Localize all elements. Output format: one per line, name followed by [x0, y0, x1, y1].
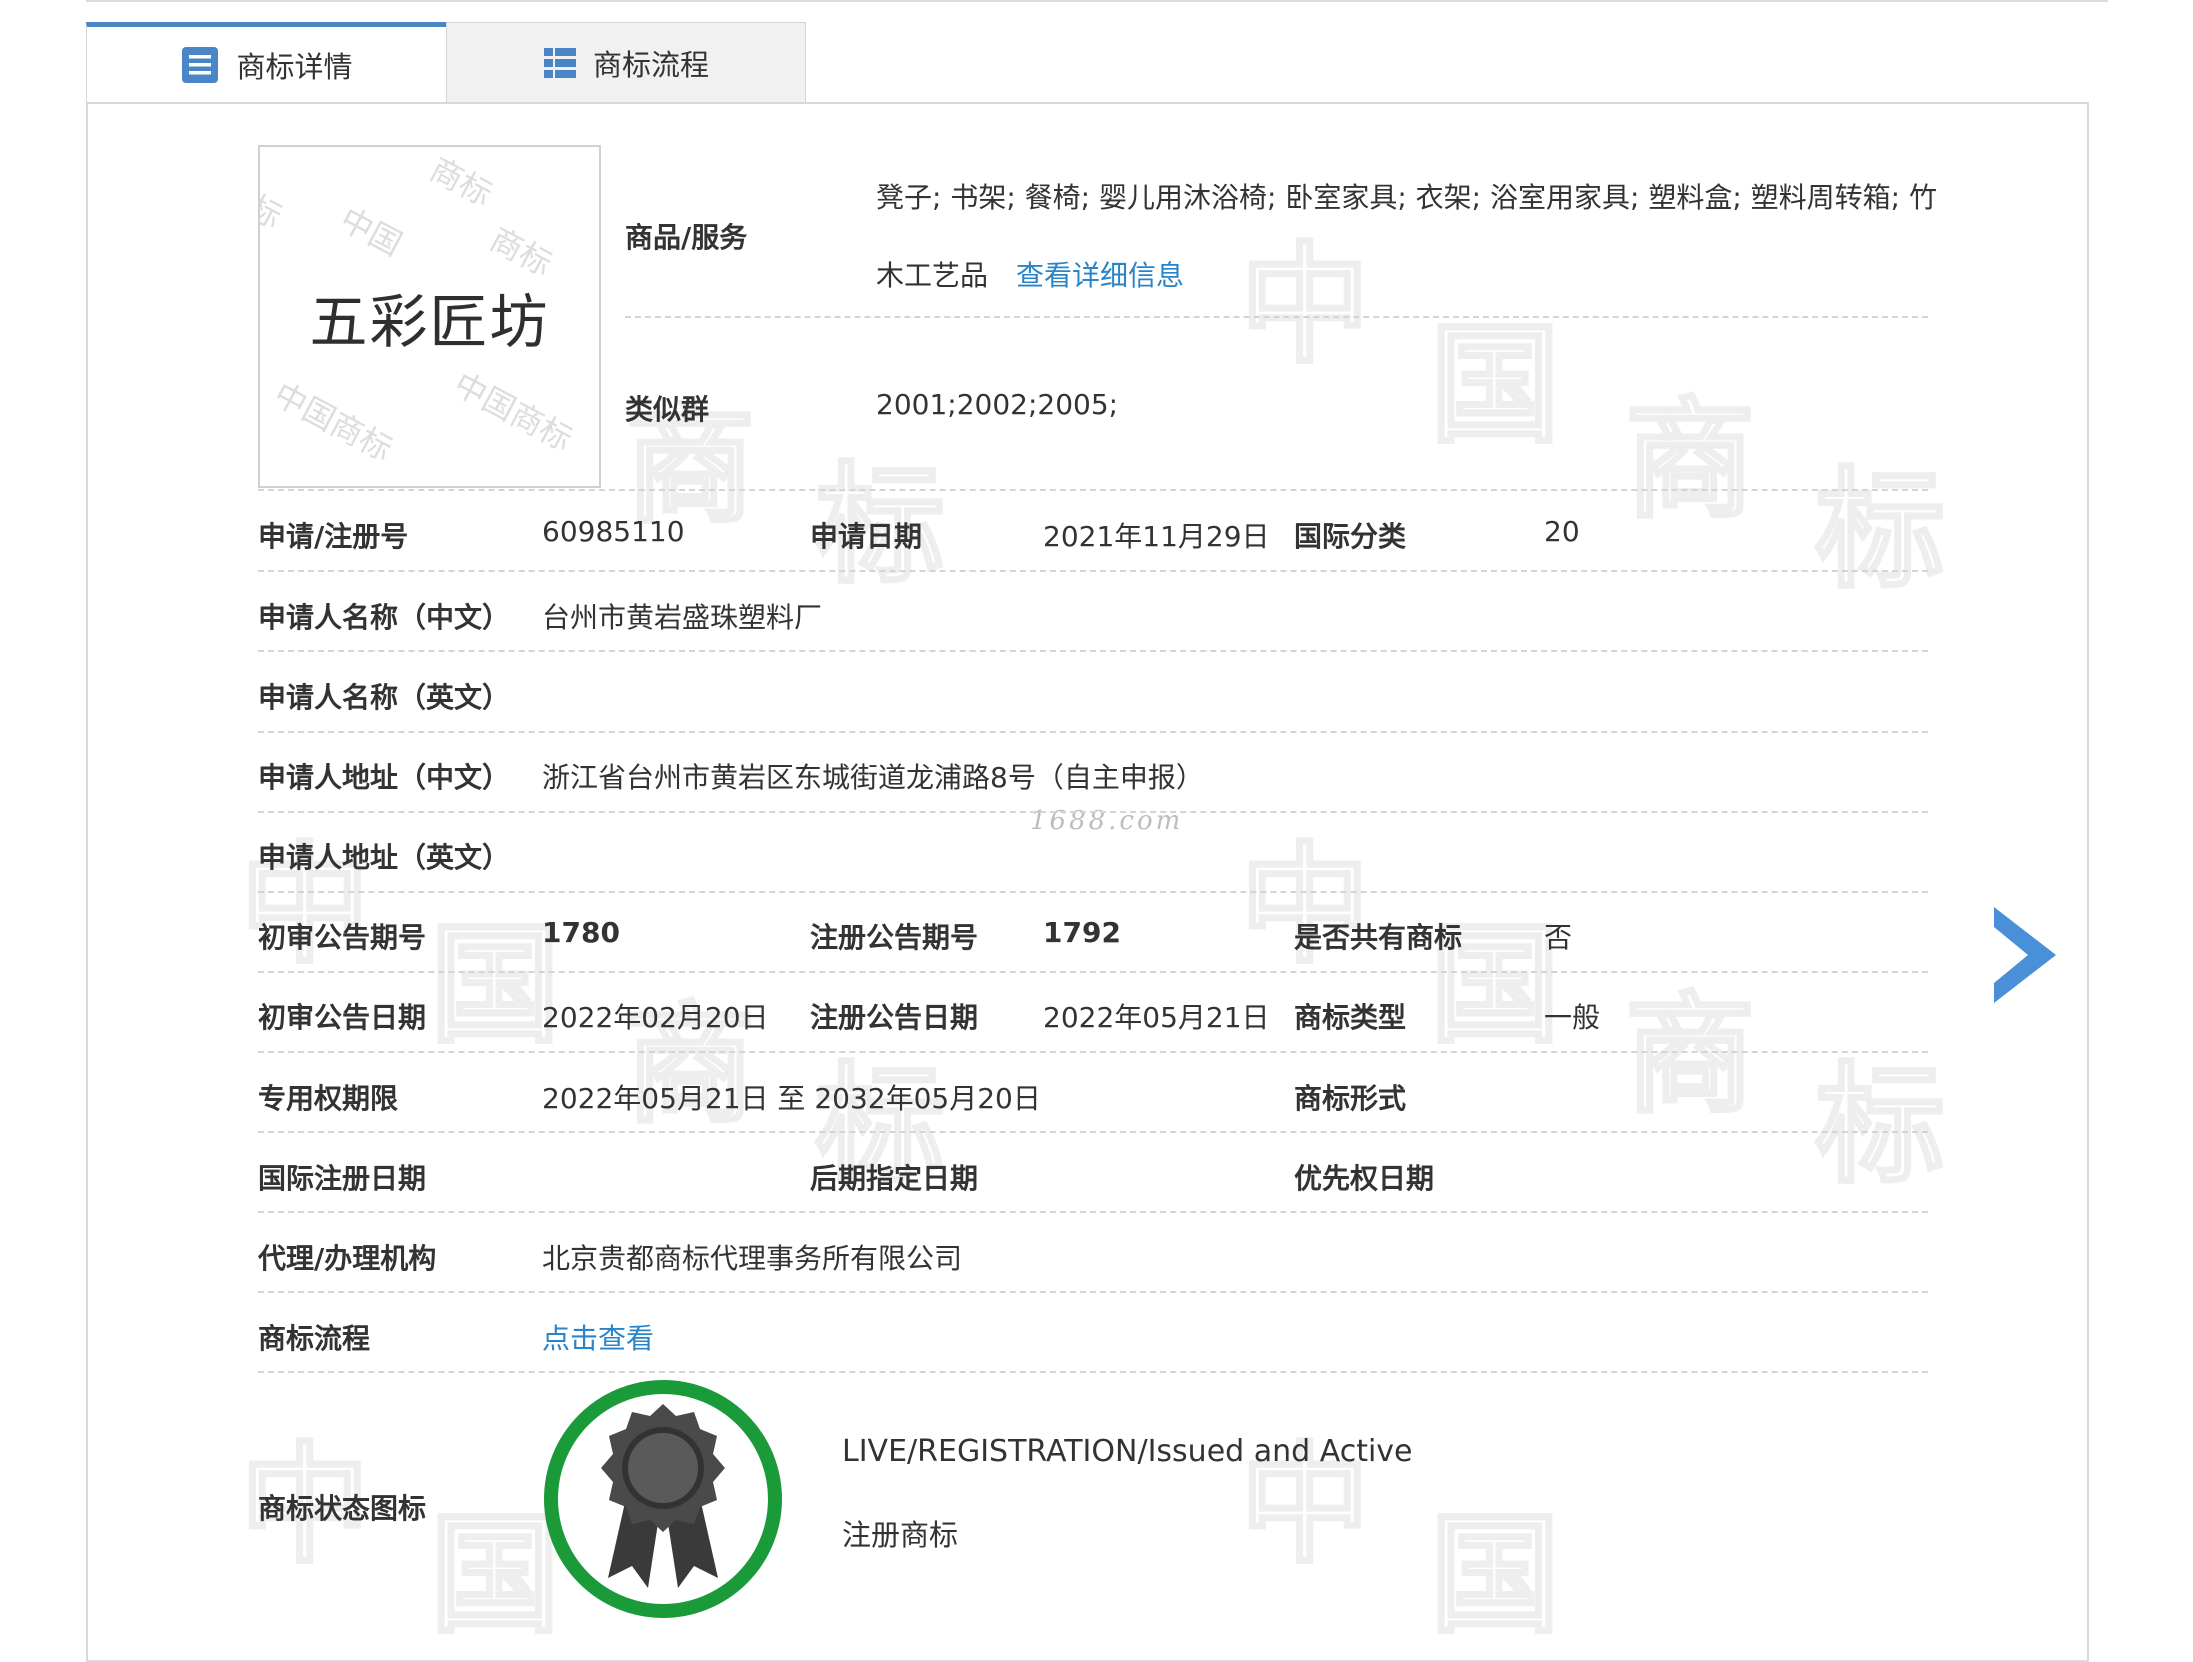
- similar-group-label: 类似群: [625, 393, 710, 426]
- shared-tm-label: 是否共有商标: [1294, 921, 1463, 954]
- applicant-cn-value: 台州市黄岩盛珠塑料厂: [542, 601, 823, 634]
- row-divider: [258, 1131, 1928, 1133]
- row-divider: [258, 811, 1928, 813]
- document-list-icon: [180, 45, 220, 85]
- app-date-label: 申请日期: [810, 520, 923, 553]
- reg-issue-value: 1792: [1043, 916, 1121, 949]
- prelim-date-value: 2022年02月20日: [542, 1001, 769, 1034]
- shared-tm-value: 否: [1544, 921, 1573, 954]
- exclusive-period-value: 2022年05月21日 至 2032年05月20日: [542, 1082, 1041, 1115]
- tab-label: 商标详情: [236, 49, 353, 84]
- row-divider: [258, 570, 1928, 572]
- row-divider: [258, 971, 1928, 973]
- process-label: 商标流程: [258, 1322, 371, 1355]
- tab-trademark-detail[interactable]: 商标详情: [86, 22, 446, 102]
- row-divider: [625, 316, 1928, 318]
- reg-no-value: 60985110: [542, 515, 685, 548]
- row-divider: [258, 1291, 1928, 1293]
- agent-value: 北京贵都商标代理事务所有限公司: [542, 1242, 963, 1275]
- priority-date-label: 优先权日期: [1294, 1162, 1435, 1195]
- row-divider: [258, 1211, 1928, 1213]
- status-label: 商标状态图标: [258, 1492, 427, 1525]
- intl-class-label: 国际分类: [1294, 520, 1407, 553]
- later-designation-date-label: 后期指定日期: [810, 1162, 979, 1195]
- process-view-link[interactable]: 点击查看: [542, 1317, 654, 1357]
- goods-value-line2: 木工艺品: [876, 259, 989, 292]
- top-divider: [86, 0, 2108, 2]
- address-cn-value: 浙江省台州市黄岩区东城街道龙浦路8号（自主申报）: [542, 761, 1204, 794]
- row-divider: [258, 1051, 1928, 1053]
- applicant-cn-label: 申请人名称（中文）: [258, 601, 511, 634]
- status-english: LIVE/REGISTRATION/Issued and Active: [842, 1434, 1413, 1469]
- prelim-issue-label: 初审公告期号: [258, 921, 427, 954]
- chevron-right-icon: [1994, 907, 2056, 1003]
- intl-reg-date-label: 国际注册日期: [258, 1162, 427, 1195]
- row-divider: [258, 731, 1928, 733]
- row-divider: [258, 1371, 1928, 1373]
- reg-date-value: 2022年05月21日: [1043, 1001, 1270, 1034]
- address-cn-label: 申请人地址（中文）: [258, 761, 511, 794]
- trademark-image: 商标 标 中国 商标 中国商标 中国商标 五彩匠坊: [258, 145, 601, 488]
- tm-form-label: 商标形式: [1294, 1082, 1407, 1115]
- address-en-label: 申请人地址（英文）: [258, 841, 511, 874]
- award-ribbon-icon: [542, 1378, 784, 1624]
- prelim-issue-value: 1780: [542, 916, 620, 949]
- tm-type-label: 商标类型: [1294, 1001, 1407, 1034]
- tm-type-value: 一般: [1544, 1001, 1601, 1034]
- tab-trademark-process[interactable]: 商标流程: [446, 22, 806, 102]
- tab-label: 商标流程: [592, 47, 709, 82]
- reg-issue-label: 注册公告期号: [810, 921, 979, 954]
- row-divider: [258, 650, 1928, 652]
- app-date-value: 2021年11月29日: [1043, 520, 1270, 553]
- applicant-en-label: 申请人名称（英文）: [258, 681, 511, 714]
- similar-group-value: 2001;2002;2005;: [876, 388, 1119, 421]
- reg-date-label: 注册公告日期: [810, 1001, 979, 1034]
- view-detail-link[interactable]: 查看详细信息: [1016, 254, 1184, 294]
- exclusive-period-label: 专用权期限: [258, 1082, 399, 1115]
- trademark-text: 五彩匠坊: [309, 288, 550, 356]
- grid-list-icon: [543, 46, 577, 80]
- next-arrow-button[interactable]: [1990, 905, 2058, 1009]
- row-divider: [258, 891, 1928, 893]
- row-divider: [258, 489, 1928, 491]
- intl-class-value: 20: [1544, 515, 1580, 548]
- goods-label: 商品/服务: [625, 221, 748, 254]
- goods-value-line1: 凳子; 书架; 餐椅; 婴儿用沐浴椅; 卧室家具; 衣架; 浴室用家具; 塑料盒…: [876, 181, 1938, 214]
- agent-label: 代理/办理机构: [258, 1242, 437, 1275]
- status-chinese: 注册商标: [842, 1518, 959, 1552]
- reg-no-label: 申请/注册号: [258, 520, 409, 553]
- prelim-date-label: 初审公告日期: [258, 1001, 427, 1034]
